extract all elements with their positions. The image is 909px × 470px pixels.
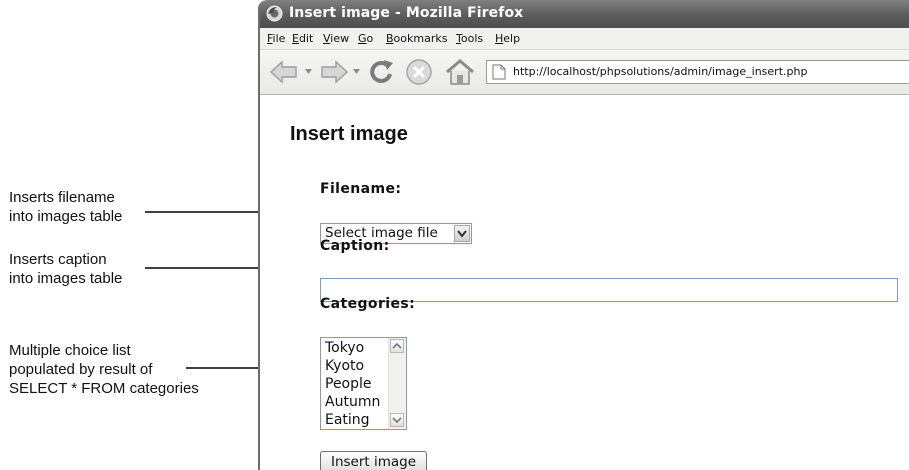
filename-label: Filename:: [320, 181, 402, 197]
forward-dropdown-icon[interactable]: [352, 68, 361, 76]
menu-view[interactable]: View: [323, 32, 349, 45]
page-icon: [492, 64, 506, 80]
stop-icon[interactable]: [404, 57, 434, 87]
listbox-scrollbar[interactable]: [388, 338, 406, 429]
window-title: Insert image - Mozilla Firefox: [289, 5, 524, 21]
select-dropdown-button[interactable]: [454, 225, 470, 242]
chevron-down-icon: [457, 230, 467, 238]
address-bar[interactable]: http://localhost/phpsolutions/admin/imag…: [486, 60, 909, 84]
categories-listbox[interactable]: Tokyo Kyoto People Autumn Eating: [320, 337, 407, 430]
page-title: Insert image: [290, 123, 408, 145]
scroll-down-button[interactable]: [390, 413, 404, 427]
browser-window: Insert image - Mozilla Firefox File Edit…: [258, 0, 909, 470]
menu-bookmarks[interactable]: Bookmarks: [386, 32, 447, 45]
navigation-toolbar: http://localhost/phpsolutions/admin/imag…: [260, 50, 909, 95]
title-bar: Insert image - Mozilla Firefox: [260, 0, 909, 28]
category-option[interactable]: Eating: [325, 411, 370, 429]
menu-help[interactable]: Help: [495, 32, 520, 45]
menu-go[interactable]: Go: [358, 32, 373, 45]
caption-label: Caption:: [320, 238, 390, 254]
forward-arrow-icon[interactable]: [316, 57, 350, 87]
insert-image-button[interactable]: Insert image: [320, 451, 427, 470]
back-dropdown-icon[interactable]: [304, 68, 313, 76]
chevron-up-icon: [392, 342, 402, 349]
category-option[interactable]: People: [325, 375, 372, 393]
category-option[interactable]: Kyoto: [325, 357, 364, 375]
reload-icon[interactable]: [366, 57, 396, 87]
chevron-down-icon: [392, 417, 402, 424]
menu-tools[interactable]: Tools: [456, 32, 483, 45]
page-content: Insert image Filename: Select image file…: [260, 95, 909, 470]
firefox-logo-icon: [266, 5, 283, 22]
menu-edit[interactable]: Edit: [292, 32, 313, 45]
scroll-up-button[interactable]: [390, 339, 404, 353]
category-option[interactable]: Autumn: [325, 393, 380, 411]
category-option[interactable]: Tokyo: [325, 339, 364, 357]
categories-label: Categories:: [320, 296, 416, 312]
menu-file[interactable]: File: [267, 32, 285, 45]
home-icon[interactable]: [444, 57, 476, 87]
back-arrow-icon[interactable]: [268, 57, 302, 87]
url-text: http://localhost/phpsolutions/admin/imag…: [513, 65, 808, 78]
menu-bar: File Edit View Go Bookmarks Tools Help: [260, 28, 909, 50]
